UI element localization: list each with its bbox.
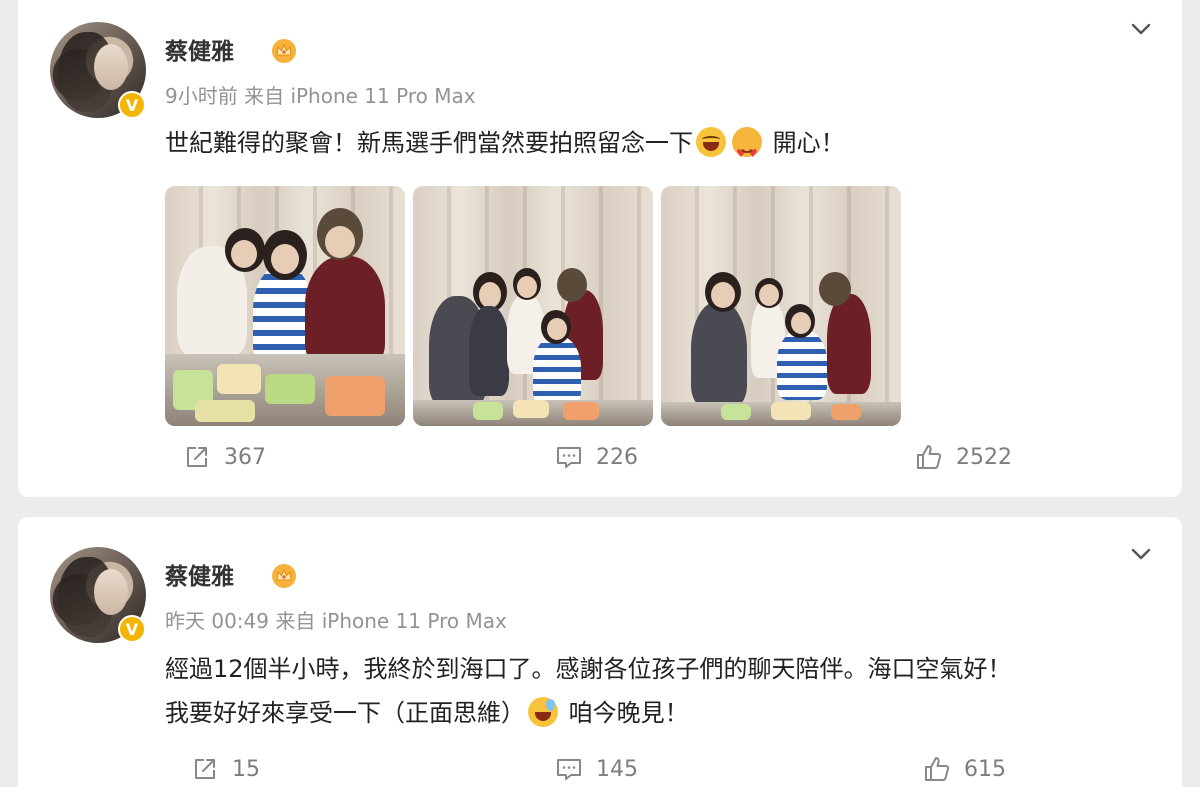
repost-button[interactable]: 15 (190, 754, 260, 784)
verified-icon: V (118, 91, 146, 119)
comment-icon (557, 759, 581, 780)
person-face (325, 226, 355, 258)
post-text-part: 我要好好來享受一下（正面思維） (165, 699, 525, 727)
photo-dish (563, 402, 599, 420)
photo-grid (165, 186, 901, 426)
like-count: 2522 (956, 444, 1012, 470)
person-face (547, 318, 567, 340)
photo-dish (771, 402, 811, 420)
photo-dish (265, 374, 315, 404)
repost-button[interactable]: 367 (182, 442, 266, 472)
username[interactable]: 蔡健雅 (165, 32, 234, 66)
like-count: 615 (964, 756, 1006, 782)
repost-count: 15 (232, 756, 260, 782)
post-text-line-2: 我要好好來享受一下（正面思維） 咱今晚見！ (165, 691, 689, 735)
person (827, 294, 871, 394)
person (305, 256, 385, 366)
post-card: V 蔡健雅 9小时前 来自 iPhone 11 Pro Max 世紀難得的聚會！… (18, 0, 1182, 497)
photo-dish (831, 404, 861, 420)
person-face (479, 282, 501, 308)
sweat-smile-emoji (528, 697, 558, 727)
photo-dish (513, 400, 549, 418)
person (469, 306, 509, 396)
avatar-face (94, 569, 128, 615)
person-face (759, 284, 779, 306)
post-text-part: 咱今晚見！ (568, 699, 689, 727)
action-bar: 15 145 615 (18, 754, 1182, 787)
post-card: V 蔡健雅 昨天 00:49 来自 iPhone 11 Pro Max 經過12… (18, 517, 1182, 787)
laughing-tears-emoji (696, 127, 726, 157)
person-face (231, 240, 257, 268)
group-photo-3[interactable] (661, 186, 901, 426)
chevron-down-icon[interactable] (1128, 541, 1154, 567)
like-button[interactable]: 615 (922, 754, 1006, 784)
comment-button[interactable]: 145 (554, 754, 638, 784)
post-text-line-1: 經過12個半小時，我終於到海口了。感謝各位孩子們的聊天陪伴。海口空氣好！ (165, 655, 1012, 683)
comment-icon (557, 447, 581, 468)
photo-dish (325, 376, 385, 416)
person-face (271, 244, 299, 274)
person (533, 336, 581, 406)
person (777, 330, 827, 400)
action-bar: 367 226 2522 (18, 442, 1182, 482)
person-face (791, 312, 811, 334)
comment-count: 226 (596, 444, 638, 470)
avatar-face (94, 44, 128, 90)
weibo-feed: V 蔡健雅 9小时前 来自 iPhone 11 Pro Max 世紀難得的聚會！… (0, 0, 1200, 787)
group-photo-2[interactable] (413, 186, 653, 426)
verified-icon: V (118, 615, 146, 643)
comment-button[interactable]: 226 (554, 442, 638, 472)
post-meta: 9小时前 来自 iPhone 11 Pro Max (165, 84, 476, 108)
username[interactable]: 蔡健雅 (165, 557, 234, 591)
like-icon (925, 757, 950, 781)
person-face (517, 276, 537, 298)
chevron-down-icon[interactable] (1128, 16, 1154, 42)
post-text-part: 開心！ (772, 129, 845, 157)
crown-icon[interactable] (271, 38, 297, 64)
photo-dish (217, 364, 261, 394)
comment-count: 145 (596, 756, 638, 782)
repost-count: 367 (224, 444, 266, 470)
photo-dish (473, 402, 503, 420)
photo-dish (721, 404, 751, 420)
like-icon (917, 445, 942, 469)
repost-icon (187, 447, 207, 467)
person-face (711, 282, 735, 308)
group-photo-1[interactable] (165, 186, 405, 426)
post-meta: 昨天 00:49 来自 iPhone 11 Pro Max (165, 609, 507, 633)
like-button[interactable]: 2522 (914, 442, 1012, 472)
person-head (557, 268, 587, 302)
photo-dish (195, 400, 255, 422)
crown-icon[interactable] (271, 563, 297, 589)
repost-icon (195, 759, 215, 779)
person-head (819, 272, 851, 306)
post-text-part: 世紀難得的聚會！新馬選手們當然要拍照留念一下 (165, 129, 693, 157)
person (691, 302, 747, 406)
person (253, 266, 313, 366)
heart-eyes-emoji (732, 127, 762, 176)
post-text: 世紀難得的聚會！新馬選手們當然要拍照留念一下 開心！ (165, 121, 845, 176)
